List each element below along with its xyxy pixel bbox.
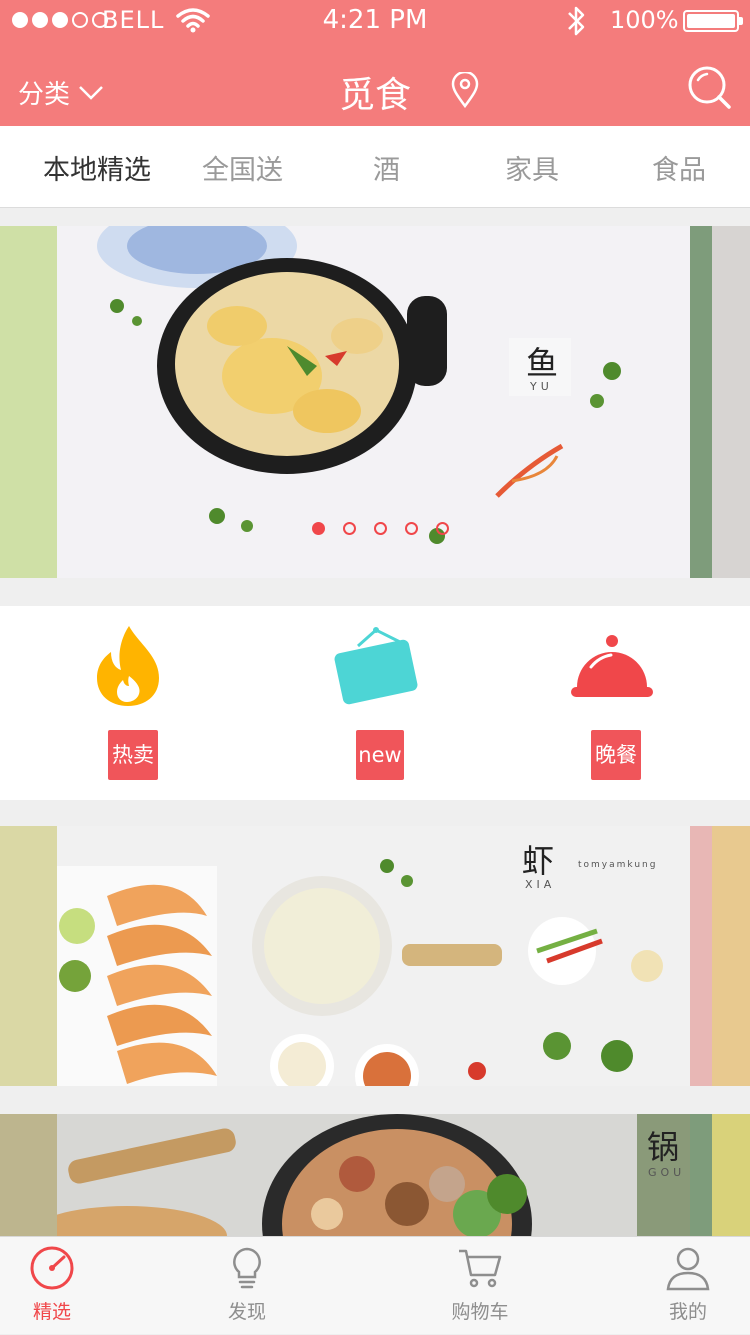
category-new-label: new (356, 730, 404, 780)
battery-icon (683, 10, 739, 32)
tab-food[interactable]: 食品 (652, 148, 706, 187)
banner-shrimp[interactable]: 虾 XIA tomyamkung (0, 826, 750, 1086)
banner-next-edge (690, 826, 712, 1086)
tabbar-item-label: 我的 (668, 1301, 707, 1323)
cart-icon (459, 1249, 502, 1288)
banner-hotpot[interactable]: 锅 GOU (0, 1114, 750, 1236)
navigation-bar: 分类 觅食 (0, 44, 750, 126)
user-icon (666, 1247, 710, 1291)
category-shortcuts: 热卖 new 晚餐 (0, 606, 750, 800)
bottom-tab-bar: 精选 发现 购物车 我的 (0, 1236, 750, 1334)
banner-shrimp-tag: tomyamkung (578, 860, 658, 870)
tabbar-item-discover[interactable]: 发现 (182, 1237, 312, 1335)
tabbar-item-me[interactable]: 我的 (623, 1237, 750, 1335)
tabbar-item-featured[interactable]: 精选 (0, 1237, 117, 1335)
banner-fish-char: 鱼 (526, 344, 559, 382)
banner-prev-peek (0, 226, 57, 578)
pager-dot[interactable] (343, 522, 356, 535)
carousel-pager (312, 522, 449, 535)
cloche-icon (571, 635, 653, 697)
flame-icon (97, 626, 159, 706)
banner-next-edge (690, 226, 712, 578)
banner-hotpot-sub: GOU (648, 1166, 686, 1179)
banner-fish[interactable]: 鱼 YU (0, 226, 750, 578)
tabbar-item-cart[interactable]: 购物车 (415, 1237, 545, 1335)
pager-dot[interactable] (374, 522, 387, 535)
tab-furniture[interactable]: 家具 (505, 148, 559, 187)
battery-nub (739, 17, 743, 25)
status-bar: BELL 4:21 PM 100% (0, 0, 750, 44)
tabbar-item-label: 精选 (32, 1301, 71, 1323)
banner-fish-sub: YU (530, 380, 553, 393)
category-dinner[interactable]: 晚餐 (552, 620, 672, 790)
banner-next-peek (712, 226, 750, 578)
top-bar: BELL 4:21 PM 100% 分类 觅食 (0, 0, 750, 126)
category-new[interactable]: new (316, 620, 436, 790)
lightbulb-icon (233, 1247, 261, 1289)
category-hot-sale-label: 热卖 (108, 730, 158, 780)
pager-dot[interactable] (405, 522, 418, 535)
banner-image (57, 1114, 690, 1236)
pager-dot[interactable] (312, 522, 325, 535)
search-icon[interactable] (686, 64, 732, 110)
banner-shrimp-char: 虾 (522, 842, 555, 880)
banner-next-peek (712, 826, 750, 1086)
category-tabs: 本地精选 全国送 酒 家具 食品 (0, 126, 750, 208)
tab-liquor[interactable]: 酒 (373, 148, 400, 187)
tab-nationwide[interactable]: 全国送 (202, 148, 283, 187)
tabbar-item-label: 发现 (227, 1301, 266, 1323)
location-pin-icon[interactable] (450, 72, 480, 108)
battery-level-fill (687, 14, 735, 28)
banner-shrimp-sub: XIA (525, 878, 556, 891)
tabbar-item-label: 购物车 (451, 1301, 509, 1323)
category-dinner-label: 晚餐 (591, 730, 641, 780)
page-title: 觅食 (338, 75, 411, 116)
category-hot-sale[interactable]: 热卖 (68, 620, 188, 790)
banner-prev-peek (0, 826, 57, 1086)
pager-dot[interactable] (436, 522, 449, 535)
sign-board-icon (334, 627, 418, 705)
banner-next-peek (712, 1114, 750, 1236)
banner-next-edge (690, 1114, 712, 1236)
banner-hotpot-char: 锅 (647, 1128, 680, 1166)
gauge-icon (30, 1246, 74, 1290)
banner-prev-peek (0, 1114, 57, 1236)
bluetooth-icon (568, 6, 585, 36)
battery-percentage: 100% (610, 6, 679, 34)
tab-local-picks[interactable]: 本地精选 (43, 148, 151, 187)
